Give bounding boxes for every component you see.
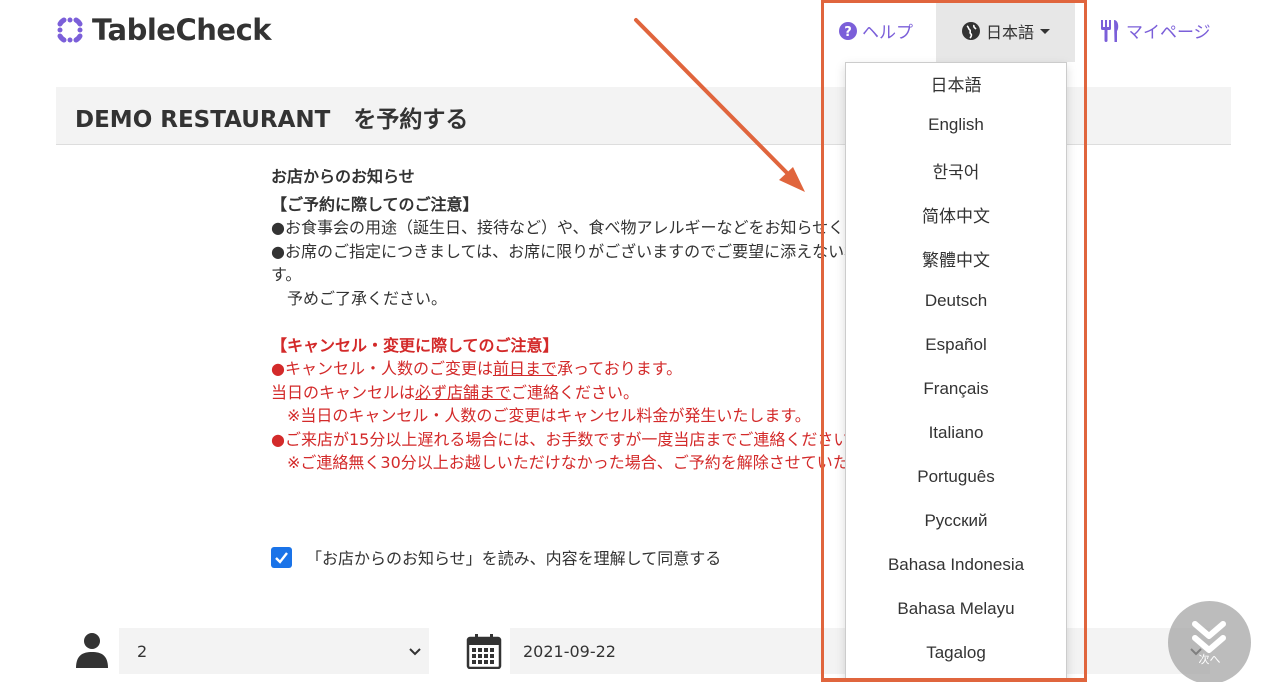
language-option[interactable]: 한국어 [846, 158, 1066, 183]
language-option[interactable]: Русский [846, 511, 1066, 531]
language-option[interactable]: Español [846, 335, 1066, 355]
chevron-down-icon [409, 648, 421, 656]
caret-down-icon [1040, 28, 1050, 34]
language-label: 日本語 [985, 23, 1034, 42]
question-circle-icon: ? [839, 21, 857, 40]
page-title: DEMO RESTAURANT を予約する [75, 107, 469, 133]
svg-text:?: ? [844, 25, 852, 40]
help-link[interactable]: ? ヘルプ [838, 18, 913, 43]
language-option[interactable]: Português [846, 467, 1066, 487]
notice-section-title: 【ご予約に際してのご注意】 [271, 194, 479, 214]
logo-mark-icon [57, 17, 83, 43]
agree-checkbox[interactable] [271, 546, 292, 568]
next-scroll-button[interactable]: 次へ [1168, 601, 1251, 682]
person-icon [76, 633, 108, 668]
help-label: ヘルプ [862, 23, 913, 43]
restaurant-notice: お店からのお知らせ 【ご予約に際してのご注意】 ●お食事会の用途（誕生日、接待な… [271, 165, 846, 495]
language-option[interactable]: Bahasa Indonesia [846, 555, 1066, 575]
date-value: 2021-09-22 [523, 641, 616, 661]
notice-line: ●お席のご指定につきましては、お席に限りがございますのでご要望に添えない場合がご… [271, 241, 846, 261]
language-option[interactable]: Deutsch [846, 291, 1066, 311]
mypage-label: マイページ [1126, 23, 1211, 43]
tablecheck-logo[interactable]: TableCheck [56, 10, 272, 50]
language-option[interactable]: 繁體中文 [846, 246, 1066, 271]
fork-knife-icon [1101, 19, 1119, 42]
notice-line: す。 [271, 265, 302, 284]
agree-checkbox-row[interactable]: 「お店からのお知らせ」を読み、内容を理解して同意する [271, 545, 721, 569]
language-menu: 日本語 English 한국어 简体中文 繁體中文 Deutsch Españo… [845, 62, 1067, 682]
notice-line: ※当日のキャンセル・人数のご変更はキャンセル料金が発生いたします。 [271, 406, 811, 425]
language-option[interactable]: Français [846, 379, 1066, 399]
next-label: 次へ [1198, 653, 1221, 666]
notice-heading: お店からのお知らせ [271, 167, 415, 186]
notice-line: ※ご連絡無く30分以上お越しいただけなかった場合、ご予約を解除させていただきます… [287, 453, 846, 472]
agree-label: 「お店からのお知らせ」を読み、内容を理解して同意する [306, 549, 722, 568]
language-option[interactable]: English [846, 115, 1066, 135]
checkmark-icon [275, 551, 288, 564]
language-option[interactable]: 日本語 [846, 71, 1066, 96]
notice-line: ●キャンセル・人数のご変更は前日まで承っております。 [271, 359, 683, 378]
logo-text: TableCheck [92, 13, 272, 47]
language-option[interactable]: Italiano [846, 423, 1066, 443]
notice-section-title: 【キャンセル・変更に際してのご注意】 [271, 335, 559, 355]
party-size-value: 2 [137, 641, 148, 661]
notice-line: 予めご了承ください。 [271, 288, 448, 308]
party-size-select[interactable]: 2 [119, 628, 429, 674]
notice-line: 当日のキャンセルは必ず店舗までご連絡ください。 [271, 382, 640, 402]
language-selector[interactable]: 日本語 [936, 0, 1075, 62]
language-option[interactable]: Tagalog [846, 643, 1066, 663]
language-option[interactable]: 简体中文 [846, 202, 1066, 227]
calendar-icon [466, 634, 502, 669]
notice-line: ●ご来店が15分以上遅れる場合には、お手数ですが一度当店までご連絡ください。 [271, 429, 846, 449]
notice-line: ●お食事会の用途（誕生日、接待など）や、食べ物アレルギーなどをお知らせください。 [271, 218, 846, 237]
mypage-link[interactable]: マイページ [1100, 18, 1211, 43]
globe-icon [961, 22, 980, 40]
language-option[interactable]: Bahasa Melayu [846, 599, 1066, 619]
